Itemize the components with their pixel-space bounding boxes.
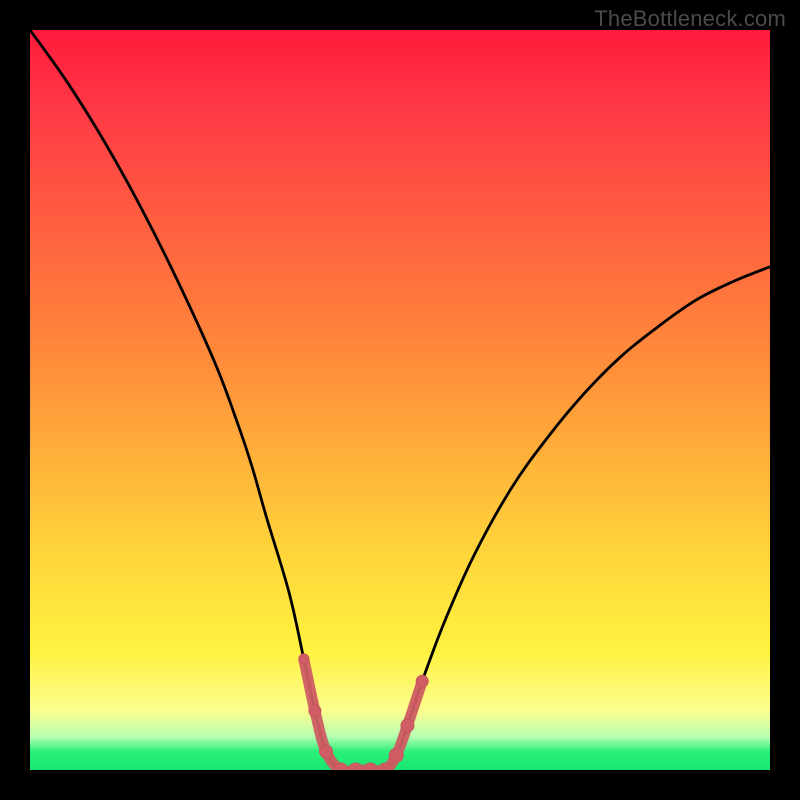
marker-dot: [320, 745, 333, 758]
plot-area: [30, 30, 770, 770]
marker-dot: [309, 705, 321, 717]
marker-dot: [299, 654, 309, 664]
marker-dot: [363, 763, 377, 770]
watermark-text: TheBottleneck.com: [594, 6, 786, 32]
marker-dot: [401, 719, 414, 732]
curve-path: [30, 30, 770, 770]
bottleneck-curve: [30, 30, 770, 770]
chart-frame: TheBottleneck.com: [0, 0, 800, 800]
marker-dot: [389, 748, 403, 762]
marker-dot: [349, 763, 363, 770]
marker-dot: [416, 675, 428, 687]
